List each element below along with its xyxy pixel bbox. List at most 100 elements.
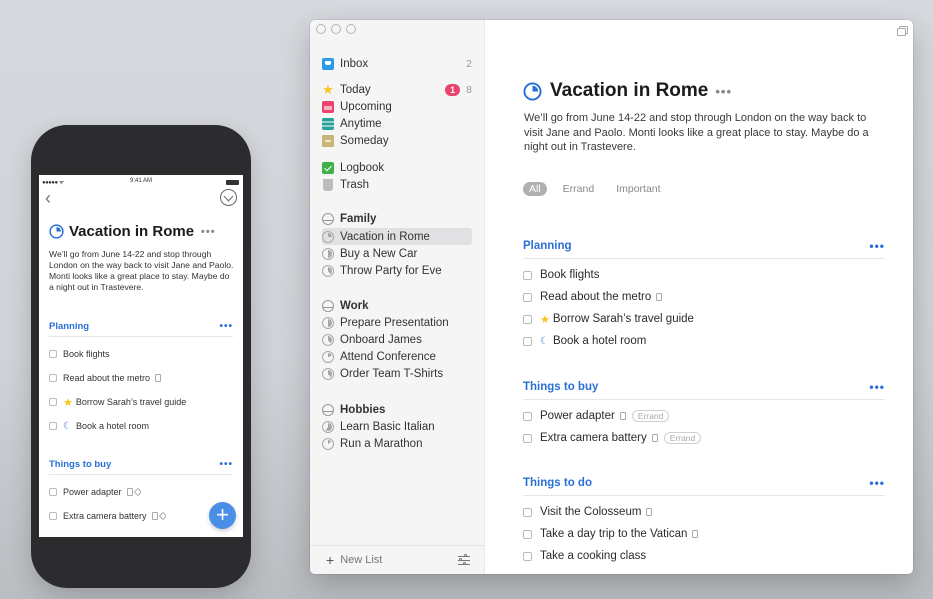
add-todo-button[interactable]: + bbox=[209, 502, 236, 529]
minimize-window-button[interactable] bbox=[331, 24, 341, 34]
todo-checkbox[interactable] bbox=[49, 422, 57, 430]
sidebar-project-item[interactable]: Run a Marathon bbox=[322, 435, 472, 452]
sidebar-project-item[interactable]: Onboard James bbox=[322, 331, 472, 348]
tag-pill[interactable]: Errand bbox=[663, 432, 702, 444]
sidebar-item-inbox[interactable]: Inbox 2 bbox=[322, 55, 472, 72]
todo-checkbox[interactable] bbox=[49, 374, 57, 382]
status-time: 9:41 AM bbox=[129, 178, 152, 184]
status-bar: ●●●●● ᯤ 9:41 AM bbox=[39, 177, 243, 187]
todo-checkbox[interactable] bbox=[523, 314, 532, 324]
todo-item[interactable]: Power adapter Errand bbox=[523, 405, 885, 427]
heading-more-button[interactable]: ••• bbox=[219, 459, 233, 470]
tag-filter-errand[interactable]: Errand bbox=[557, 182, 601, 196]
sidebar-item-label: Someday bbox=[340, 134, 389, 147]
todo-item[interactable]: Book flights bbox=[523, 264, 885, 286]
todo-checkbox[interactable] bbox=[523, 336, 532, 346]
sidebar-project-item[interactable]: Throw Party for Eve bbox=[322, 262, 472, 279]
todo-checkbox[interactable] bbox=[523, 433, 532, 443]
sidebar-item-upcoming[interactable]: Upcoming bbox=[322, 98, 472, 115]
project-notes[interactable]: We’ll go from June 14-22 and stop throug… bbox=[49, 249, 235, 293]
heading-title[interactable]: Planning bbox=[523, 240, 572, 252]
tag-pill[interactable]: Errand bbox=[631, 410, 670, 422]
window-controls bbox=[316, 24, 356, 34]
sidebar-item-today[interactable]: ★ Today 1 8 bbox=[322, 81, 472, 98]
item-count: 8 bbox=[466, 83, 472, 96]
project-more-button[interactable]: ••• bbox=[201, 226, 216, 238]
sidebar-item-label: Inbox bbox=[340, 57, 369, 70]
sidebar-project-item[interactable]: Vacation in Rome bbox=[322, 228, 472, 245]
todo-title: Take a day trip to the Vatican bbox=[540, 528, 688, 540]
note-icon bbox=[646, 508, 653, 516]
todo-item[interactable]: Power adapter bbox=[49, 480, 233, 504]
project-label: Attend Conference bbox=[340, 350, 436, 363]
todo-title: Book flights bbox=[540, 269, 600, 281]
battery-icon bbox=[226, 180, 239, 185]
heading-things-to-buy: Things to buy ••• Power adapter Extra ca… bbox=[49, 459, 233, 528]
todo-item[interactable]: Extra camera battery bbox=[49, 504, 233, 528]
sidebar: Inbox 2 ★ Today 1 8 Upcoming Anytime Som… bbox=[310, 20, 485, 574]
todo-item[interactable]: Extra camera battery Errand bbox=[523, 427, 885, 449]
todo-checkbox[interactable] bbox=[49, 350, 57, 358]
heading-title[interactable]: Things to do bbox=[523, 477, 592, 489]
heading-more-button[interactable]: ••• bbox=[869, 476, 885, 490]
project-more-button[interactable]: ••• bbox=[715, 84, 732, 99]
todo-item[interactable]: Read about the metro bbox=[523, 286, 885, 308]
archive-box-icon bbox=[322, 134, 334, 147]
todo-item[interactable]: Visit the Colosseum bbox=[523, 501, 885, 523]
todo-checkbox[interactable] bbox=[523, 507, 532, 517]
heading-more-button[interactable]: ••• bbox=[219, 321, 233, 332]
todo-title: Extra camera battery bbox=[63, 511, 147, 521]
project-title[interactable]: Vacation in Rome bbox=[550, 80, 708, 102]
tag-filter-important[interactable]: Important bbox=[610, 182, 666, 196]
moon-icon: ☾ bbox=[63, 420, 72, 432]
sidebar-area-hobbies[interactable]: Hobbies bbox=[322, 401, 472, 418]
todo-title: Borrow Sarah’s travel guide bbox=[75, 397, 187, 407]
settings-sliders-icon[interactable] bbox=[458, 553, 470, 566]
sidebar-project-item[interactable]: Prepare Presentation bbox=[322, 314, 472, 331]
heading-more-button[interactable]: ••• bbox=[869, 380, 885, 394]
project-progress-pie-icon bbox=[322, 367, 334, 380]
todo-checkbox[interactable] bbox=[49, 512, 57, 520]
project-progress-icon bbox=[523, 81, 542, 101]
fullscreen-toggle-icon[interactable] bbox=[897, 26, 908, 36]
todo-item[interactable]: Book flights bbox=[49, 342, 233, 366]
sidebar-area-family[interactable]: Family bbox=[322, 210, 472, 227]
tag-filter-all[interactable]: All bbox=[523, 182, 547, 196]
complete-project-button[interactable] bbox=[220, 189, 237, 206]
sidebar-item-trash[interactable]: Trash bbox=[322, 176, 472, 193]
scroll-fade bbox=[486, 564, 913, 574]
todo-checkbox[interactable] bbox=[523, 292, 532, 302]
todo-item[interactable]: ☾ Book a hotel room bbox=[49, 414, 233, 438]
zoom-window-button[interactable] bbox=[346, 24, 356, 34]
things-window: Inbox 2 ★ Today 1 8 Upcoming Anytime Som… bbox=[310, 20, 913, 574]
todo-title: Visit the Colosseum bbox=[540, 506, 642, 518]
heading-more-button[interactable]: ••• bbox=[869, 239, 885, 253]
sidebar-item-anytime[interactable]: Anytime bbox=[322, 115, 472, 132]
back-chevron-icon[interactable]: ‹ bbox=[45, 189, 51, 207]
star-icon: ★ bbox=[322, 81, 334, 97]
sidebar-item-logbook[interactable]: Logbook bbox=[322, 159, 472, 176]
todo-item[interactable]: Take a day trip to the Vatican bbox=[523, 523, 885, 545]
todo-item[interactable]: ★ Borrow Sarah’s travel guide bbox=[49, 390, 233, 414]
sidebar-project-item[interactable]: Buy a New Car bbox=[322, 245, 472, 262]
heading-title[interactable]: Things to buy bbox=[523, 381, 598, 393]
todo-item[interactable]: ★ Borrow Sarah’s travel guide bbox=[523, 308, 885, 330]
sidebar-area-work[interactable]: Work bbox=[322, 297, 472, 314]
sidebar-item-someday[interactable]: Someday bbox=[322, 132, 472, 149]
sidebar-project-item[interactable]: Order Team T-Shirts bbox=[322, 365, 472, 382]
new-list-button[interactable]: + New List bbox=[326, 553, 382, 567]
project-notes[interactable]: We’ll go from June 14-22 and stop throug… bbox=[524, 111, 884, 155]
sidebar-project-item[interactable]: Learn Basic Italian bbox=[322, 418, 472, 435]
todo-title: Take a cooking class bbox=[540, 550, 647, 562]
todo-checkbox[interactable] bbox=[523, 411, 532, 421]
sidebar-project-item[interactable]: Attend Conference bbox=[322, 348, 472, 365]
todo-checkbox[interactable] bbox=[49, 488, 57, 496]
close-window-button[interactable] bbox=[316, 24, 326, 34]
todo-checkbox[interactable] bbox=[49, 398, 57, 406]
todo-checkbox[interactable] bbox=[523, 551, 532, 561]
todo-item[interactable]: ☾ Book a hotel room bbox=[523, 330, 885, 352]
todo-item[interactable]: Read about the metro bbox=[49, 366, 233, 390]
project-progress-pie-icon bbox=[322, 316, 334, 329]
todo-checkbox[interactable] bbox=[523, 270, 532, 280]
todo-checkbox[interactable] bbox=[523, 529, 532, 539]
